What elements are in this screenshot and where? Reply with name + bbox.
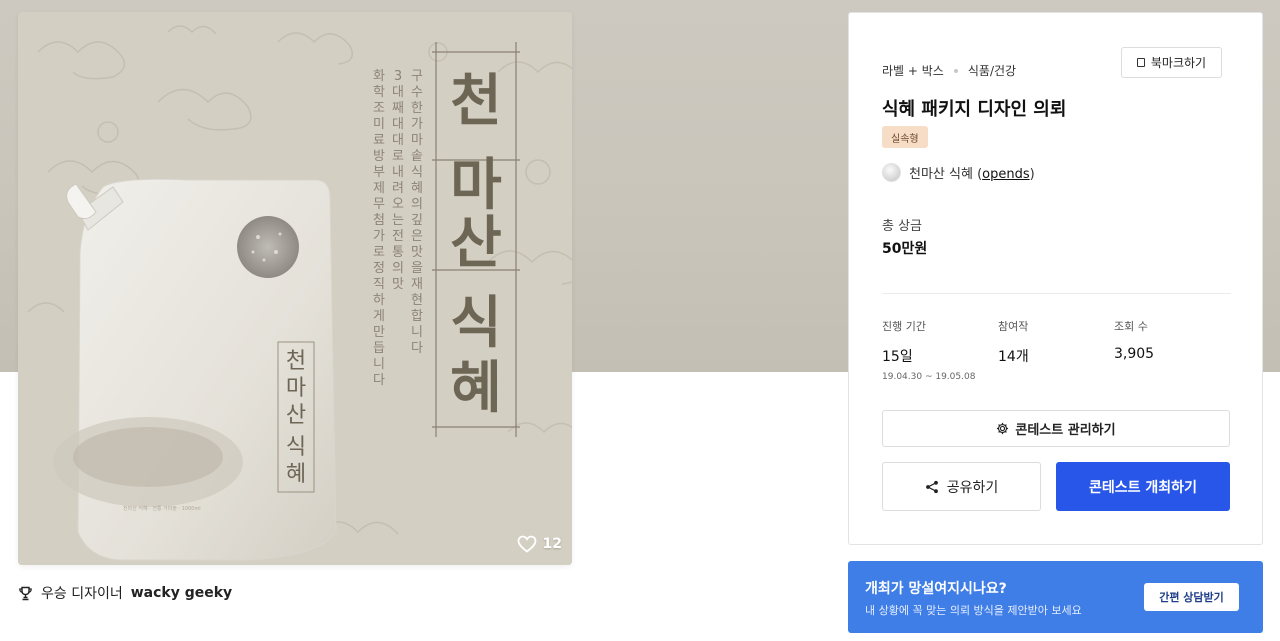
- svg-text:천: 천: [286, 349, 306, 374]
- views-label: 조회 수: [1114, 320, 1148, 333]
- bookmark-button[interactable]: 북마크하기: [1121, 47, 1222, 78]
- category-primary[interactable]: 라벨 + 박스: [882, 62, 944, 79]
- stat-period: 진행 기간 15일 19.04.30 ~ 19.05.08: [882, 318, 975, 382]
- host-contest-button[interactable]: 콘테스트 개최하기: [1056, 462, 1230, 511]
- share-button[interactable]: 공유하기: [882, 462, 1041, 511]
- separator-dot: [953, 68, 958, 73]
- share-label: 공유하기: [946, 479, 999, 496]
- like-counter[interactable]: 12: [517, 535, 562, 553]
- svg-text:산: 산: [450, 211, 502, 276]
- award-prefix: 우승 디자이너: [41, 586, 123, 602]
- banner-subtitle: 내 상황에 꼭 맞는 의뢰 방식을 제안받아 보세요: [865, 604, 1082, 617]
- winner-designer: 우승 디자이너 wacky geeky: [18, 583, 232, 603]
- heart-icon: [517, 535, 536, 553]
- host-info: 천마산 식혜 (opends): [882, 163, 1035, 182]
- manage-contest-button[interactable]: 콘테스트 관리하기: [882, 410, 1230, 447]
- banner-title: 개최가 망설여지시나요?: [865, 581, 1007, 597]
- svg-text:산: 산: [286, 403, 306, 428]
- entries-value: 14개: [998, 349, 1029, 365]
- bookmark-label: 북마크하기: [1150, 56, 1207, 70]
- manage-contest-label: 콘테스트 관리하기: [1015, 423, 1116, 438]
- contest-info-card: 라벨 + 박스 식품/건강 북마크하기 식혜 패키지 디자인 의뢰 실속형 천마…: [848, 12, 1263, 545]
- svg-text:혜: 혜: [450, 356, 502, 421]
- svg-text:마: 마: [450, 153, 502, 218]
- consult-banner: 개최가 망설여지시나요? 내 상황에 꼭 맞는 의뢰 방식을 제안받아 보세요 …: [848, 561, 1263, 633]
- trophy-icon: [19, 586, 32, 600]
- prize-label: 총 상금: [882, 219, 923, 234]
- entries-label: 참여작: [998, 320, 1029, 333]
- headline-text: 천 마 산 식 혜: [450, 69, 502, 421]
- period-value: 15일: [882, 349, 913, 365]
- copy-line-3: 화학조미료방부제무첨가로정직하게만듭니다: [373, 69, 385, 388]
- bookmark-icon: [1136, 58, 1145, 67]
- period-range: 19.04.30 ~ 19.05.08: [882, 372, 976, 382]
- like-count: 12: [542, 536, 562, 552]
- svg-text:천마산 식혜 · 전통 가마솥 · 1000ml: 천마산 식혜 · 전통 가마솥 · 1000ml: [123, 505, 201, 512]
- category-secondary[interactable]: 식품/건강: [968, 62, 1016, 79]
- host-name: 천마산 식혜 (: [909, 167, 983, 182]
- pouch-design-artwork: 구수한가마솥식혜의깊은맛을재현합니다 3대째대대로내려오는전통의맛 화학조미료방…: [18, 12, 572, 565]
- period-label: 진행 기간: [882, 320, 926, 333]
- host-close: ): [1029, 167, 1035, 182]
- category-breadcrumb: 라벨 + 박스 식품/건강: [882, 62, 1016, 79]
- share-icon: [925, 480, 938, 493]
- svg-text:식: 식: [450, 291, 502, 356]
- contest-winning-image[interactable]: 구수한가마솥식혜의깊은맛을재현합니다 3대째대대로내려오는전통의맛 화학조미료방…: [18, 12, 572, 565]
- host-avatar: [882, 163, 901, 182]
- divider: [882, 293, 1231, 294]
- svg-text:식: 식: [286, 435, 306, 460]
- pouch-illustration: 천 마 산 식 혜 천마산 식혜 · 전통 가마솥 · 1000ml: [53, 178, 337, 561]
- svg-text:혜: 혜: [286, 462, 306, 487]
- stat-views: 조회 수 3,905: [1114, 318, 1154, 362]
- host-id-link[interactable]: opends: [982, 167, 1029, 182]
- stat-entries: 참여작 14개: [998, 318, 1029, 366]
- copy-line-2: 3대째대대로내려오는전통의맛: [392, 69, 404, 292]
- prize-value: 50만원: [882, 241, 928, 257]
- svg-text:천: 천: [450, 69, 502, 134]
- svg-text:마: 마: [286, 376, 306, 401]
- copy-line-1: 구수한가마솥식혜의깊은맛을재현합니다: [411, 69, 423, 356]
- pouch-label: 천 마 산 식 혜: [286, 349, 306, 487]
- contest-title: 식혜 패키지 디자인 의뢰: [882, 99, 1067, 120]
- plan-badge: 실속형: [882, 126, 928, 148]
- views-value: 3,905: [1114, 346, 1155, 362]
- gear-icon: [997, 422, 1009, 435]
- designer-name[interactable]: wacky geeky: [131, 585, 232, 601]
- quick-consult-button[interactable]: 간편 상담받기: [1144, 583, 1239, 611]
